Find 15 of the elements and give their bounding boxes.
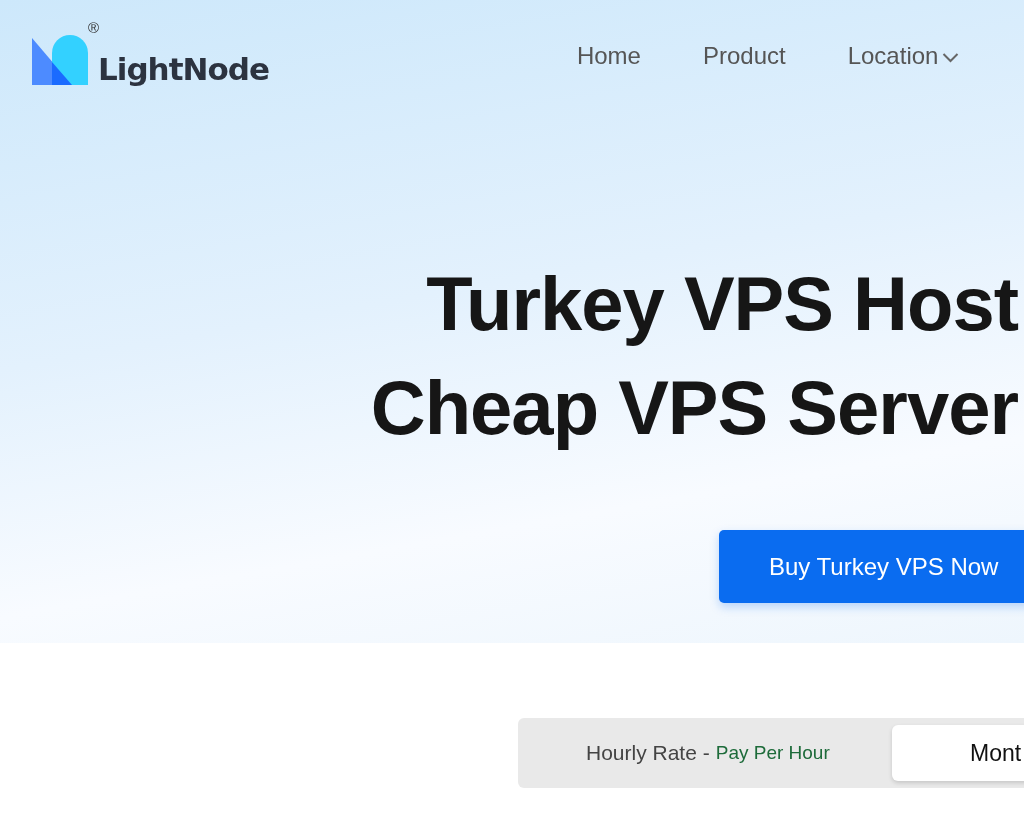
logo-text[interactable]: LightNode (98, 54, 269, 85)
nav-link[interactable]: Product (702, 42, 786, 70)
nav-link[interactable]: Home (576, 42, 641, 70)
tab-label: Mont (970, 739, 1022, 767)
chevron-down-icon (942, 53, 960, 63)
registered-mark: ® (88, 19, 100, 36)
billing-tab[interactable]: Mont (892, 725, 1024, 781)
hero-headline: Turkey VPS Host (426, 260, 1018, 348)
tab-note: Pay Per Hour (715, 742, 830, 764)
hero-headline: Cheap VPS Server (370, 364, 1018, 452)
nav-link[interactable]: Location (847, 42, 960, 70)
logo-icon (32, 35, 88, 85)
buy-button[interactable]: Buy Turkey VPS Now (719, 530, 1024, 603)
tab-label: Hourly Rate - (586, 741, 710, 765)
billing-tab[interactable]: Hourly Rate - Pay Per Hour (586, 725, 892, 781)
